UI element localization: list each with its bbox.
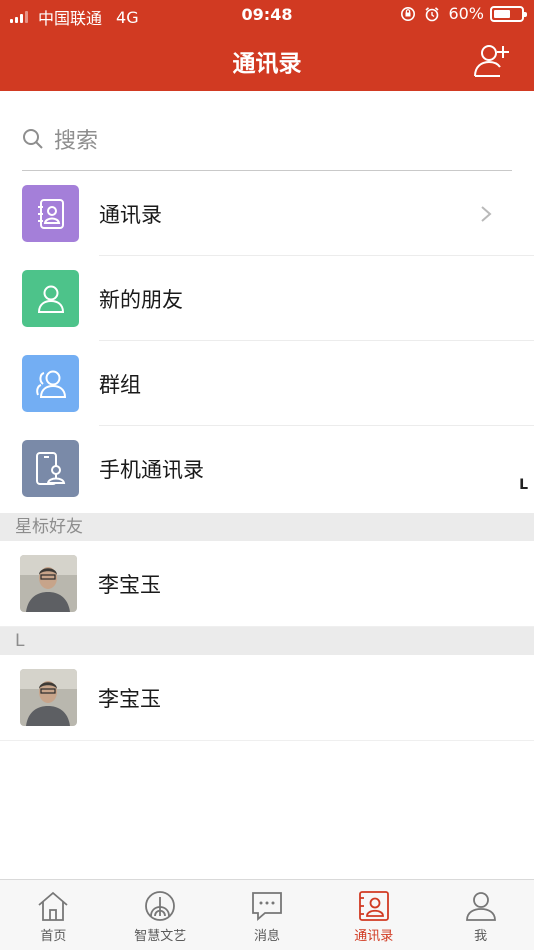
menu-item-label: 新的朋友	[99, 287, 183, 312]
menu-item-label: 手机通讯录	[99, 457, 204, 482]
section-header: 星标好友	[0, 513, 534, 541]
contacts-tab-icon	[358, 891, 389, 921]
home-icon	[38, 891, 68, 921]
tab-label: 通讯录	[354, 929, 394, 944]
top-bar: 中国联通 4G 09:48 60% 通讯录	[0, 0, 534, 91]
contact-row[interactable]: 李宝玉	[0, 655, 534, 741]
status-bar: 中国联通 4G 09:48 60%	[0, 0, 534, 30]
tab-label: 智慧文艺	[134, 929, 187, 944]
search-placeholder: 搜索	[54, 129, 99, 154]
menu-item-label: 群组	[99, 372, 141, 397]
tab-bar: 首页 智慧文艺 消息 通讯录 我	[0, 879, 534, 950]
menu-item-new-friends[interactable]: 新的朋友	[22, 256, 534, 341]
tab-label: 消息	[253, 929, 280, 944]
tab-messages[interactable]: 消息	[214, 880, 321, 950]
contact-name: 李宝玉	[98, 686, 161, 711]
menu-item-groups[interactable]: 群组	[22, 341, 534, 426]
search-input[interactable]: 搜索	[22, 108, 512, 171]
contact-book-icon	[22, 185, 79, 242]
menu-item-phone-contacts[interactable]: 手机通讯录	[22, 426, 534, 511]
alarm-icon	[425, 6, 439, 21]
search-icon	[23, 129, 43, 149]
tab-contacts[interactable]: 通讯录	[320, 880, 427, 950]
contact-name: 李宝玉	[98, 572, 161, 597]
new-friend-icon	[22, 270, 79, 327]
group-icon	[22, 355, 79, 412]
menu-item-contacts[interactable]: 通讯录	[22, 171, 534, 256]
phone-contacts-icon	[22, 440, 79, 497]
section-header: L	[0, 627, 534, 655]
message-icon	[252, 892, 282, 921]
chevron-right-icon	[481, 206, 492, 222]
battery-icon	[490, 5, 527, 22]
profile-icon	[465, 892, 496, 921]
page-title: 通讯录	[232, 51, 302, 77]
add-contact-icon[interactable]	[472, 40, 512, 80]
avatar	[20, 555, 77, 612]
index-letter[interactable]: L	[519, 477, 528, 493]
tab-home[interactable]: 首页	[0, 880, 107, 950]
avatar	[20, 669, 77, 726]
tab-label: 我	[474, 929, 488, 944]
contact-row[interactable]: 李宝玉	[0, 541, 534, 627]
tab-culture[interactable]: 智慧文艺	[107, 880, 214, 950]
menu-item-label: 通讯录	[99, 202, 162, 227]
tab-label: 首页	[40, 929, 67, 944]
culture-icon	[145, 891, 176, 921]
orientation-lock-icon	[401, 6, 416, 21]
battery-percent: 60%	[448, 4, 484, 23]
tab-profile[interactable]: 我	[427, 880, 534, 950]
